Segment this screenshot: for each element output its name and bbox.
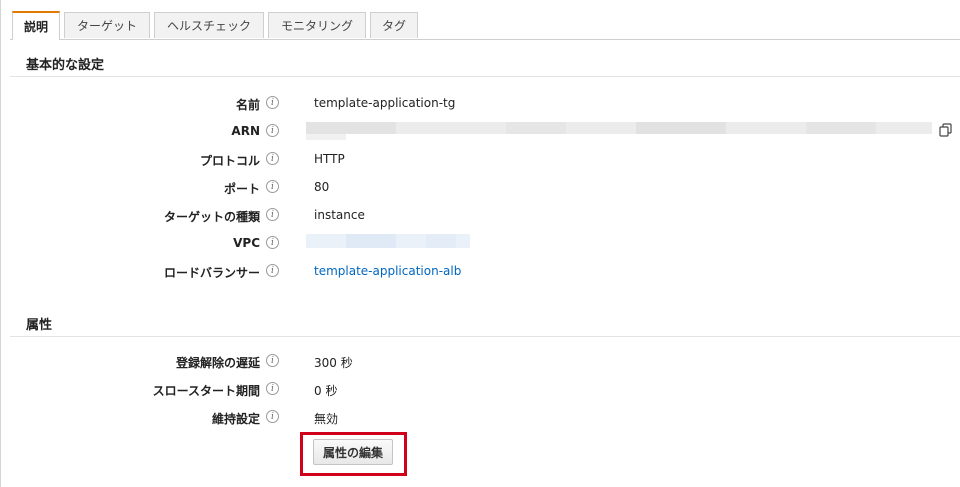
info-icon[interactable]: i <box>266 96 279 109</box>
tab-description[interactable]: 説明 <box>12 11 60 40</box>
target-type-value: instance <box>314 208 365 222</box>
row-deregistration-delay: 登録解除の遅延 i 300 秒 <box>0 352 960 372</box>
row-load-balancer: ロードバランサー i template-application-alb <box>0 262 960 282</box>
basic-settings-divider <box>10 76 960 77</box>
deregistration-delay-label: 登録解除の遅延 <box>175 356 260 370</box>
info-icon[interactable]: i <box>266 124 279 137</box>
row-vpc: VPC i <box>0 234 960 254</box>
tab-monitoring[interactable]: モニタリング <box>268 12 366 38</box>
target-type-label: ターゲットの種類 <box>163 210 260 224</box>
info-icon[interactable]: i <box>266 264 279 277</box>
row-slow-start: スロースタート期間 i 0 秒 <box>0 380 960 400</box>
info-icon[interactable]: i <box>266 354 279 367</box>
copy-icon[interactable] <box>938 122 954 138</box>
slow-start-value: 0 秒 <box>314 384 338 398</box>
row-port: ポート i 80 <box>0 178 960 198</box>
stickiness-value: 無効 <box>314 412 339 426</box>
row-stickiness: 維持設定 i 無効 <box>0 408 960 428</box>
load-balancer-label: ロードバランサー <box>163 266 260 280</box>
info-icon[interactable]: i <box>266 410 279 423</box>
vpc-label: VPC <box>233 236 260 250</box>
port-value: 80 <box>314 180 330 194</box>
info-icon[interactable]: i <box>266 236 279 249</box>
load-balancer-link[interactable]: template-application-alb <box>314 264 461 278</box>
row-target-type: ターゲットの種類 i instance <box>0 206 960 226</box>
deregistration-delay-value: 300 秒 <box>314 356 353 370</box>
info-icon[interactable]: i <box>266 180 279 193</box>
info-icon[interactable]: i <box>266 208 279 221</box>
vpc-redacted-value <box>306 234 470 248</box>
basic-settings-title: 基本的な設定 <box>26 58 105 73</box>
row-protocol: プロトコル i HTTP <box>0 150 960 170</box>
tab-bar: 説明 ターゲット ヘルスチェック モニタリング タグ <box>0 10 960 40</box>
attributes-divider <box>10 336 960 337</box>
tab-tags[interactable]: タグ <box>370 12 418 38</box>
edit-attributes-button[interactable]: 属性の編集 <box>313 439 393 465</box>
arn-redacted-value <box>306 122 932 140</box>
name-label: 名前 <box>235 98 260 112</box>
row-arn: ARN i <box>0 122 960 142</box>
tab-health-check[interactable]: ヘルスチェック <box>154 12 264 38</box>
protocol-label: プロトコル <box>199 154 260 168</box>
info-icon[interactable]: i <box>266 152 279 165</box>
stickiness-label: 維持設定 <box>211 412 260 426</box>
tab-bar-baseline <box>10 39 960 40</box>
row-name: 名前 i template-application-tg <box>0 94 960 114</box>
tab-targets[interactable]: ターゲット <box>64 12 150 38</box>
protocol-value: HTTP <box>314 152 345 166</box>
attributes-title: 属性 <box>26 318 53 333</box>
info-icon[interactable]: i <box>266 382 279 395</box>
port-label: ポート <box>223 182 260 196</box>
arn-label: ARN <box>231 124 260 138</box>
name-value: template-application-tg <box>314 96 456 110</box>
slow-start-label: スロースタート期間 <box>152 384 260 398</box>
